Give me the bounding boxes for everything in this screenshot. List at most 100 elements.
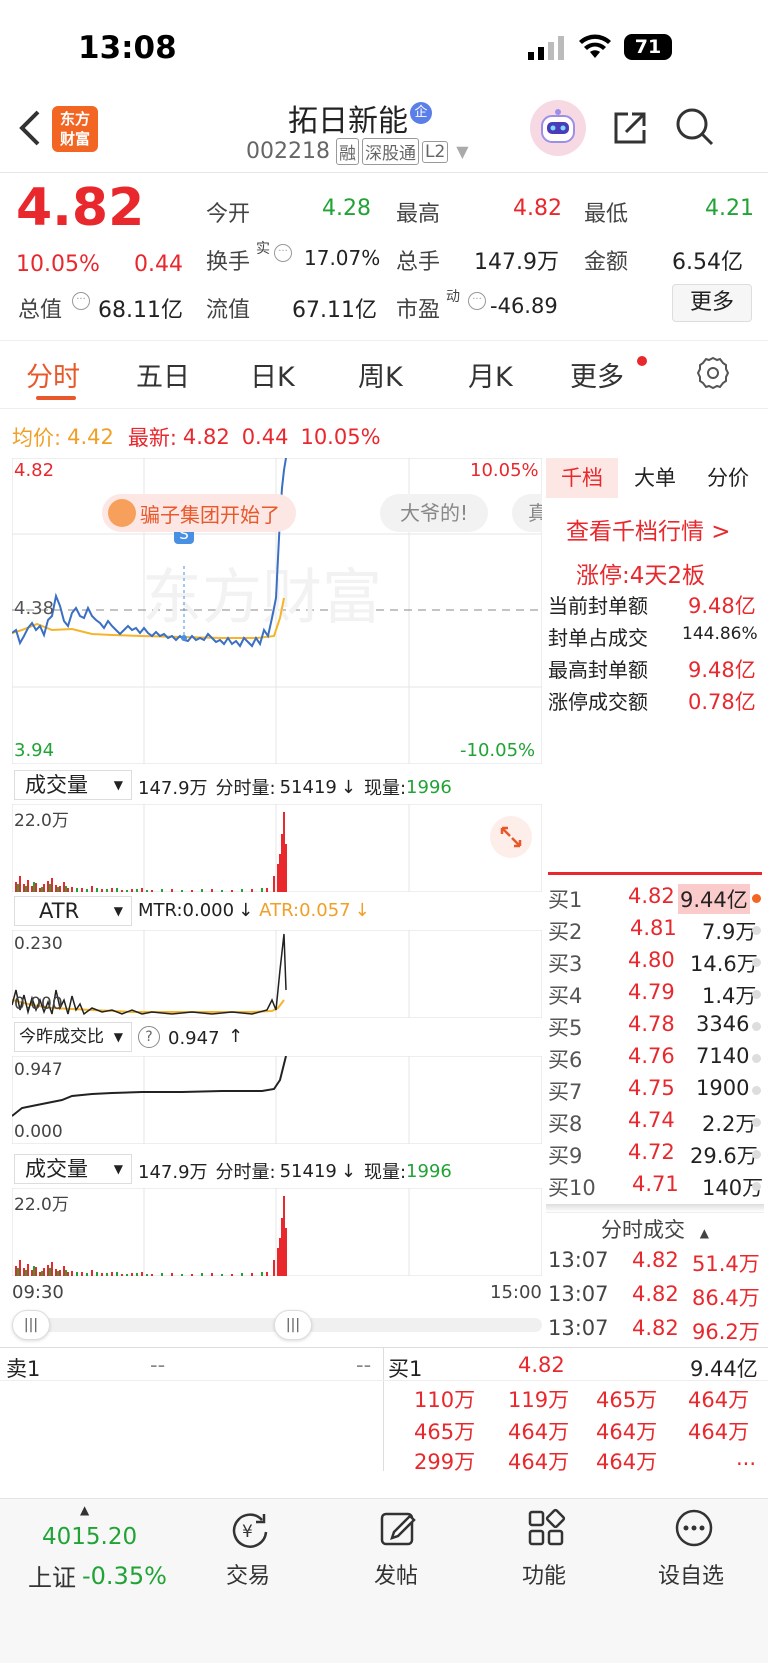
post-button[interactable]: 发帖 — [374, 1558, 418, 1590]
range-handle-right[interactable]: ||| — [274, 1310, 312, 1340]
chevron-down-icon[interactable]: ▼ — [456, 142, 468, 161]
danmaku-text-1: 骗子集团开始了 — [140, 502, 280, 527]
watermark: 东方财富 — [142, 564, 382, 631]
stat-value-1: 9.48亿 — [688, 594, 756, 618]
trade-time: 13:07 — [548, 1248, 609, 1272]
bid-row-3[interactable]: 买3 4.80 14.6万 — [548, 948, 764, 978]
volume-chart-2[interactable] — [12, 1188, 542, 1276]
tab-price-dist[interactable]: 分价 — [692, 458, 764, 498]
expand-icon[interactable] — [490, 816, 532, 858]
bid-label: 买2 — [548, 920, 583, 944]
danmaku-text-3: 真 — [528, 501, 542, 525]
app-logo[interactable]: 东方 财富 — [52, 106, 98, 152]
tab-monthly-k[interactable]: 月K — [468, 355, 513, 394]
range-handle-left[interactable]: ||| — [12, 1310, 50, 1340]
bid-label: 买8 — [548, 1112, 583, 1136]
danmaku-bubble-1[interactable]: 骗子集团开始了 — [102, 494, 296, 532]
bid-row-8[interactable]: 买8 4.74 2.2万 — [548, 1108, 764, 1138]
bid-row-2[interactable]: 买2 4.81 7.9万 — [548, 916, 764, 946]
bid-volume: 1.4万 — [702, 984, 757, 1008]
pe-value: -46.89 — [490, 294, 558, 318]
vol-now-label-2: 现量: — [363, 1162, 407, 1183]
atr-chart[interactable] — [12, 930, 542, 1018]
share-icon[interactable] — [610, 108, 650, 148]
mcap-info-icon[interactable]: ··· — [72, 292, 90, 310]
battery-icon: 71 — [624, 34, 672, 60]
volume-chart-1[interactable] — [12, 804, 542, 892]
up-arrow-icon: ↑ — [228, 1026, 244, 1047]
bid-row-6[interactable]: 买6 4.76 7140 — [548, 1044, 764, 1074]
vol-selector-2[interactable]: 成交量 ▼ — [14, 1154, 132, 1184]
float-label: 流值 — [206, 298, 251, 323]
bid-volume: 14.6万 — [690, 952, 758, 976]
tab-qiandang[interactable]: 千档 — [546, 458, 618, 498]
trade-yuan-icon[interactable]: ¥ — [228, 1510, 272, 1550]
queue-cell: 465万 — [414, 1420, 476, 1444]
search-icon[interactable] — [674, 106, 716, 148]
settings-gear-icon[interactable] — [696, 356, 730, 390]
bid-row-7[interactable]: 买7 4.75 1900 — [548, 1076, 764, 1106]
queue-cell: 299万 — [414, 1450, 476, 1474]
vol-selector-label-2: 成交量 — [25, 1157, 88, 1181]
bid-dot — [752, 1150, 761, 1159]
logo-text-1: 东方 — [59, 110, 90, 128]
mtr-value: MTR:0.000 — [138, 900, 235, 921]
bid-row-9[interactable]: 买9 4.72 29.6万 — [548, 1140, 764, 1170]
bid-row-4[interactable]: 买4 4.79 1.4万 — [548, 980, 764, 1010]
enterprise-badge: 企 — [410, 102, 432, 124]
vol-selector[interactable]: 成交量 ▼ — [14, 770, 132, 800]
turnover-sup: 实 — [256, 241, 270, 257]
more-button[interactable]: 更多 — [672, 284, 752, 322]
limit-up-info: 涨停:4天2板 — [576, 563, 706, 589]
atr-selector[interactable]: ATR ▼ — [14, 896, 132, 926]
trade-button[interactable]: 交易 — [226, 1558, 270, 1590]
orderbook-fade — [546, 1204, 764, 1212]
functions-button[interactable]: 功能 — [522, 1558, 566, 1590]
queue-cell: 110万 — [414, 1388, 476, 1412]
info-icon[interactable]: ··· — [274, 244, 292, 262]
bid-price: 4.80 — [628, 948, 675, 972]
dropdown-icon: ▼ — [113, 1162, 123, 1176]
index-value[interactable]: 4015.20 — [42, 1524, 137, 1550]
latest-pct: 10.05% — [300, 425, 381, 449]
robot-assistant-icon[interactable] — [530, 100, 586, 156]
danmaku-bubble-3[interactable]: 真 — [512, 494, 542, 532]
tab-daily-k[interactable]: 日K — [250, 355, 295, 394]
bid-label: 买9 — [548, 1144, 583, 1168]
ratio-chart[interactable] — [12, 1056, 542, 1144]
high-value: 4.82 — [513, 196, 562, 221]
atr-value: ATR:0.057 — [259, 900, 351, 921]
tab-more[interactable]: 更多 — [570, 355, 624, 394]
add-watchlist-button[interactable]: 设自选 — [658, 1558, 724, 1590]
trades-header[interactable]: 分时成交 ▲ — [546, 1212, 764, 1246]
pe-info-icon[interactable]: ··· — [468, 292, 486, 310]
tab-weekly-k[interactable]: 周K — [358, 355, 403, 394]
open-label: 今开 — [206, 202, 251, 227]
tab-five-day[interactable]: 五日 — [136, 355, 190, 394]
bid-row-5[interactable]: 买5 4.78 3346 — [548, 1012, 764, 1042]
danmaku-bubble-2[interactable]: 大爷的! — [380, 494, 489, 532]
caret-up-icon: ▲ — [80, 1503, 90, 1517]
stock-code-row: 002218 融 深股通 L2 ▼ — [246, 138, 469, 165]
bid-dot — [752, 990, 761, 999]
bid-row-1[interactable]: 买1 4.82 9.44亿 — [548, 884, 764, 914]
tab-intraday[interactable]: 分时 — [26, 355, 80, 394]
bid-volume: 7.9万 — [702, 920, 757, 944]
back-button[interactable] — [16, 108, 46, 148]
post-edit-icon[interactable] — [378, 1508, 418, 1548]
stat-value-4: 0.78亿 — [688, 690, 756, 714]
tabs-divider — [0, 408, 768, 409]
index-change[interactable]: 上证 -0.35% — [28, 1558, 167, 1593]
bid-row-10[interactable]: 买10 4.71 140万 — [548, 1172, 764, 1202]
watchlist-more-icon[interactable] — [674, 1508, 714, 1548]
bid-dot — [752, 1118, 761, 1127]
cat-avatar-icon — [108, 499, 136, 527]
ratio-selector[interactable]: 今昨成交比 ▼ — [14, 1022, 132, 1052]
bid-price: 4.71 — [632, 1172, 679, 1196]
functions-grid-icon[interactable] — [526, 1508, 566, 1548]
help-icon[interactable]: ? — [138, 1026, 160, 1048]
bid-dot — [752, 1022, 761, 1031]
tab-big-orders[interactable]: 大单 — [620, 458, 690, 498]
queue-cell: 465万 — [596, 1388, 658, 1412]
view-qiandang-link[interactable]: 查看千档行情 > — [566, 512, 731, 546]
